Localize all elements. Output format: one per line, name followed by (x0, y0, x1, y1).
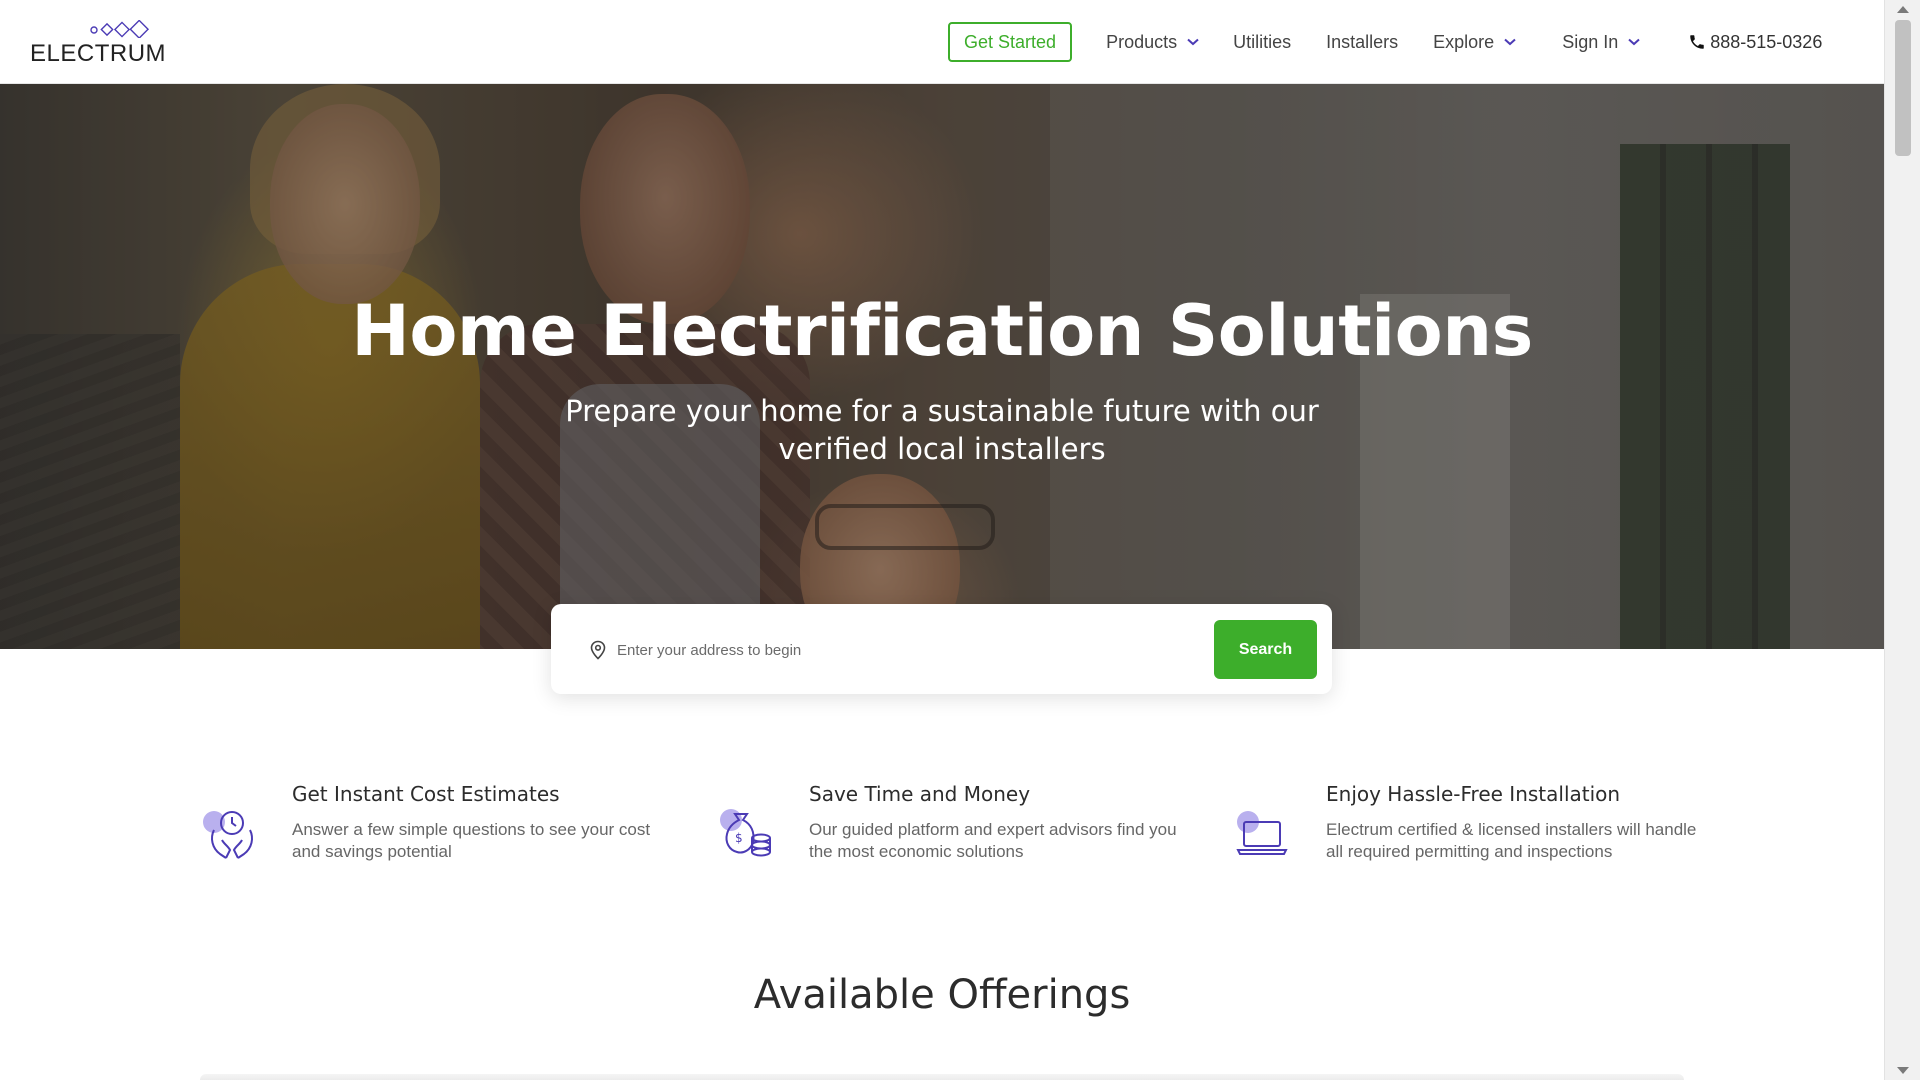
feature-cost-estimates: Get Instant Cost Estimates Answer a few … (200, 776, 660, 876)
offerings-card-edge (200, 1074, 1684, 1080)
address-input[interactable] (617, 628, 1137, 672)
scroll-down-arrow-icon[interactable] (1897, 1067, 1909, 1074)
hands-clock-icon (203, 811, 253, 859)
get-started-button[interactable]: Get Started (948, 22, 1073, 62)
phone-icon (1690, 35, 1704, 49)
nav-products[interactable]: Products (1106, 32, 1199, 53)
feature-save-time-money: $ Save Time and Money Our guided platfor… (717, 776, 1177, 876)
address-search-box: Search (551, 604, 1332, 694)
feature-description: Our guided platform and expert advisors … (809, 820, 1177, 861)
svg-text:$: $ (735, 831, 743, 845)
page: ELECTRUM Get Started Products Utilities … (0, 0, 1920, 1080)
money-bag-coins-icon: $ (720, 809, 771, 857)
logo-diamonds-icon (90, 20, 150, 38)
hero-subtitle: Prepare your home for a sustainable futu… (565, 394, 1319, 466)
nav-sign-in-label: Sign In (1562, 31, 1619, 52)
scrollbar-thumb[interactable] (1895, 20, 1911, 156)
feature-title: Get Instant Cost Estimates (292, 782, 560, 806)
page-scrollbar[interactable] (1884, 0, 1920, 1080)
nav-sign-in[interactable]: Sign In (1562, 32, 1640, 53)
nav-products-label: Products (1106, 31, 1178, 52)
nav-utilities[interactable]: Utilities (1233, 32, 1291, 53)
hero-section: Home Electrification Solutions Prepare y… (0, 84, 1884, 649)
available-offerings-heading: Available Offerings (753, 972, 1131, 1018)
nav-phone-link[interactable]: 888-515-0326 (1688, 32, 1822, 53)
search-button[interactable]: Search (1214, 620, 1317, 679)
features-section: Get Instant Cost Estimates Answer a few … (200, 776, 1700, 896)
feature-description: Answer a few simple questions to see you… (292, 820, 651, 861)
chevron-down-icon (1187, 38, 1199, 46)
nav-explore[interactable]: Explore (1433, 32, 1516, 53)
feature-title: Save Time and Money (809, 782, 1031, 806)
main-nav: Get Started Products Utilities Installer… (948, 0, 1884, 84)
site-header: ELECTRUM Get Started Products Utilities … (0, 0, 1884, 84)
scroll-up-arrow-icon[interactable] (1897, 6, 1909, 13)
feature-hassle-free-install: Enjoy Hassle-Free Installation Electrum … (1234, 776, 1696, 876)
location-pin-icon (590, 640, 606, 660)
chevron-down-icon (1504, 38, 1516, 46)
feature-title: Enjoy Hassle-Free Installation (1326, 782, 1621, 806)
laptop-icon (1236, 811, 1288, 855)
feature-description: Electrum certified & licensed installers… (1326, 820, 1697, 861)
phone-number: 888-515-0326 (1710, 31, 1823, 52)
chevron-down-icon (1628, 38, 1640, 46)
logo-wordmark: ELECTRUM (30, 40, 167, 67)
nav-installers[interactable]: Installers (1326, 32, 1398, 53)
nav-explore-label: Explore (1433, 31, 1495, 52)
hero-title: Home Electrification Solutions (351, 290, 1533, 372)
electrum-logo[interactable]: ELECTRUM (30, 20, 166, 67)
